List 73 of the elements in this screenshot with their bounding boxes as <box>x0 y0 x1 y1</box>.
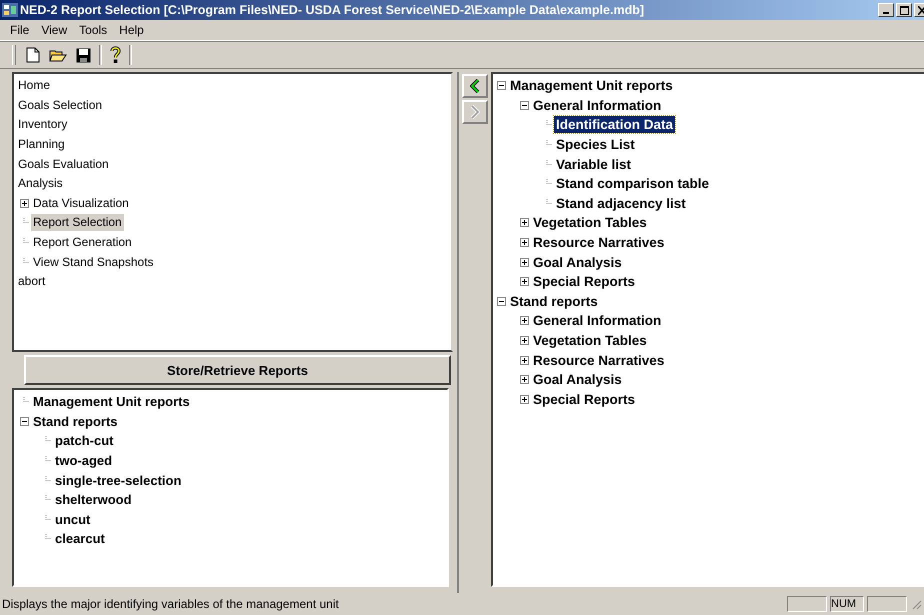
window-title: NED-2 Report Selection [C:\Program Files\NED- USDA Forest Service\NED-2\Example Data\example.mdb] <box>20 3 646 17</box>
tree-item[interactable]: Management Unit reports <box>31 393 192 410</box>
app-icon <box>2 3 18 17</box>
maximize-icon <box>900 6 908 14</box>
tree-item[interactable]: Stand comparison table <box>554 175 712 192</box>
tree-item[interactable]: Species List <box>554 136 637 154</box>
resize-grip-icon <box>910 598 922 610</box>
tree-item[interactable]: Variable list <box>554 156 634 173</box>
menu-item[interactable]: View <box>35 23 74 37</box>
help-icon <box>110 46 121 64</box>
tree-item[interactable]: clearcut <box>53 530 107 548</box>
tree-item[interactable]: Special Reports <box>531 390 638 408</box>
maximize-button[interactable] <box>896 3 912 17</box>
tree-item[interactable]: abort <box>16 273 48 290</box>
tree-item[interactable]: Home <box>16 77 52 94</box>
tree-item[interactable]: Report Generation <box>31 234 134 252</box>
expand-icon[interactable] <box>20 198 29 208</box>
collapse-icon[interactable] <box>497 81 506 90</box>
tree-item[interactable]: Vegetation Tables <box>531 332 649 350</box>
tree-item[interactable]: Vegetation Tables <box>531 214 649 232</box>
move-left-button[interactable] <box>462 74 488 98</box>
collapse-icon[interactable] <box>20 416 29 426</box>
expand-icon[interactable] <box>520 356 529 365</box>
folder-icon <box>49 48 67 62</box>
tree-item[interactable]: View Stand Snapshots <box>31 254 156 271</box>
right-chevron-icon <box>470 105 480 119</box>
tree-item[interactable]: Goals Evaluation <box>16 156 111 173</box>
expand-icon[interactable] <box>520 336 529 346</box>
tree-item[interactable]: Management Unit reports <box>508 77 675 94</box>
tree-item[interactable]: Goal Analysis <box>531 254 624 271</box>
status-pane <box>867 596 907 612</box>
tree-item[interactable]: General Information <box>531 312 664 330</box>
tree-item[interactable]: single-tree-selection <box>53 472 184 489</box>
minimize-icon <box>883 12 889 14</box>
minimize-button[interactable] <box>878 3 894 17</box>
menu-item[interactable]: Tools <box>73 23 114 37</box>
tree-item[interactable]: Special Reports <box>531 273 638 290</box>
menu-item[interactable]: Help <box>113 23 150 37</box>
store-retrieve-button[interactable]: Store/Retrieve Reports <box>24 355 451 385</box>
tree-item[interactable]: Stand adjacency list <box>554 194 688 212</box>
tree-item[interactable]: patch-cut <box>53 432 116 450</box>
status-message: Displays the major identifying variables of the management unit <box>2 597 340 611</box>
tree-item[interactable]: Report Selection <box>31 214 124 232</box>
expand-icon[interactable] <box>520 238 529 248</box>
blank-page-icon <box>26 47 40 63</box>
tree-item[interactable]: Goals Selection <box>16 96 104 114</box>
tree-item[interactable]: General Information <box>531 96 664 114</box>
expand-icon[interactable] <box>520 375 529 384</box>
num-lock-indicator: NUM <box>830 596 864 612</box>
tree-item[interactable]: Stand reports <box>508 292 600 310</box>
tree-item[interactable]: Identification Data <box>554 116 676 134</box>
tree-item[interactable]: shelterwood <box>53 491 134 508</box>
tree-item[interactable]: Resource Narratives <box>531 234 666 252</box>
expand-icon[interactable] <box>520 394 529 404</box>
tree-item[interactable]: Inventory <box>16 116 70 134</box>
tree-item[interactable]: Stand reports <box>31 412 120 430</box>
tree-item[interactable]: Analysis <box>16 175 65 192</box>
menu-item[interactable]: File <box>4 23 36 37</box>
left-chevron-icon <box>470 79 480 93</box>
expand-icon[interactable] <box>520 218 529 228</box>
expand-icon[interactable] <box>520 316 529 326</box>
expand-icon[interactable] <box>520 277 529 286</box>
collapse-icon[interactable] <box>497 296 506 306</box>
tree-item[interactable]: Goal Analysis <box>531 371 624 388</box>
expand-icon[interactable] <box>520 258 529 267</box>
close-icon <box>918 6 924 14</box>
tree-item[interactable]: Planning <box>16 136 67 154</box>
tree-item[interactable]: Resource Narratives <box>531 352 666 369</box>
collapse-icon[interactable] <box>520 100 529 110</box>
tree-item[interactable]: Data Visualization <box>31 194 131 212</box>
status-pane <box>787 596 827 612</box>
tree-item[interactable]: two-aged <box>53 452 114 470</box>
tree-item[interactable]: uncut <box>53 510 92 528</box>
